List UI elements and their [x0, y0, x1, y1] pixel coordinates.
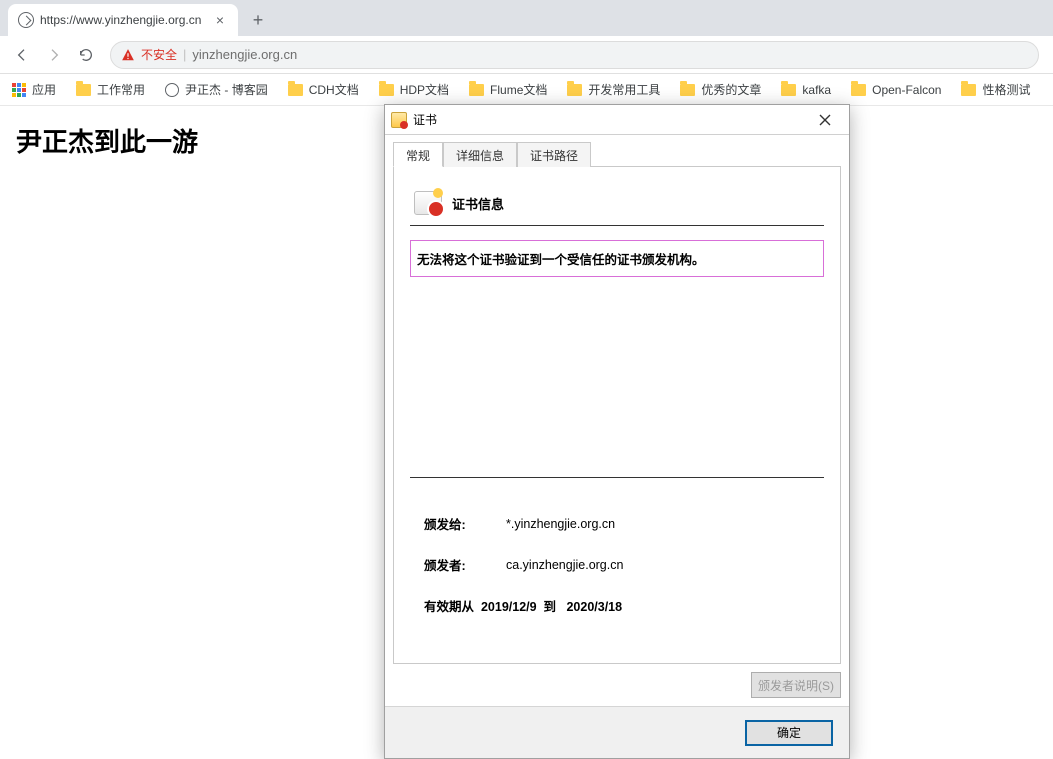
bookmark-item[interactable]: kafka: [781, 83, 831, 97]
folder-icon: [379, 84, 394, 96]
valid-from: 2019/12/9: [481, 600, 537, 614]
dialog-tabs: 常规 详细信息 证书路径: [393, 141, 841, 167]
tab-strip: https://www.yinzhengjie.org.cn × +: [0, 0, 1053, 36]
issuer-row: 颁发者: ca.yinzhengjie.org.cn: [424, 555, 824, 574]
bookmark-label: HDP文档: [400, 81, 449, 98]
issued-to-label: 颁发给:: [424, 514, 496, 533]
bookmark-item[interactable]: Open-Falcon: [851, 83, 941, 97]
folder-icon: [567, 84, 582, 96]
browser-tab[interactable]: https://www.yinzhengjie.org.cn ×: [8, 4, 238, 36]
separator: |: [183, 47, 186, 62]
forward-button[interactable]: [40, 41, 68, 69]
ok-button[interactable]: 确定: [745, 720, 833, 746]
dialog-title-text: 证书: [413, 111, 437, 128]
bookmarks-bar: 应用 工作常用 尹正杰 - 博客园 CDH文档 HDP文档 Flume文档 开发…: [0, 74, 1053, 106]
globe-icon: [18, 12, 34, 28]
certificate-dialog: 证书 常规 详细信息 证书路径 证书信息 无法将这个证书验证到一个受信任的证书颁…: [384, 104, 850, 759]
tab-cert-path[interactable]: 证书路径: [517, 142, 591, 167]
general-panel: 证书信息 无法将这个证书验证到一个受信任的证书颁发机构。 颁发给: *.yinz…: [393, 167, 841, 664]
new-tab-button[interactable]: +: [244, 6, 272, 34]
issuer-value: ca.yinzhengjie.org.cn: [506, 558, 623, 572]
bookmark-item[interactable]: 性格测试: [961, 81, 1030, 98]
validity-label: 有效期从: [424, 600, 474, 614]
dialog-footer: 确定: [385, 706, 849, 758]
issuer-label: 颁发者:: [424, 555, 496, 574]
bookmark-label: Flume文档: [490, 81, 547, 98]
apps-label: 应用: [32, 81, 56, 98]
cert-info-icon: [414, 191, 442, 215]
folder-icon: [288, 84, 303, 96]
bookmark-item[interactable]: 优秀的文章: [680, 81, 761, 98]
tab-general[interactable]: 常规: [393, 142, 443, 167]
dialog-titlebar[interactable]: 证书: [385, 105, 849, 135]
bookmark-item[interactable]: 尹正杰 - 博客园: [165, 81, 268, 98]
bookmark-label: kafka: [802, 83, 831, 97]
bookmark-item[interactable]: CDH文档: [288, 81, 359, 98]
apps-button[interactable]: 应用: [12, 81, 56, 98]
bookmark-label: 优秀的文章: [701, 81, 761, 98]
bookmark-label: 开发常用工具: [588, 81, 660, 98]
bookmark-item[interactable]: Flume文档: [469, 81, 547, 98]
bookmark-item[interactable]: 开发常用工具: [567, 81, 660, 98]
close-button[interactable]: [807, 108, 843, 132]
bookmark-item[interactable]: 工作常用: [76, 81, 145, 98]
address-bar[interactable]: 不安全 | yinzhengjie.org.cn: [110, 41, 1039, 69]
folder-icon: [961, 84, 976, 96]
security-label: 不安全: [141, 46, 177, 63]
cert-info-title: 证书信息: [452, 194, 504, 213]
bookmark-item[interactable]: HDP文档: [379, 81, 449, 98]
cert-info-header: 证书信息: [410, 185, 824, 226]
reload-button[interactable]: [72, 41, 100, 69]
back-button[interactable]: [8, 41, 36, 69]
folder-icon: [680, 84, 695, 96]
issued-to-value: *.yinzhengjie.org.cn: [506, 517, 615, 531]
dialog-body: 常规 详细信息 证书路径 证书信息 无法将这个证书验证到一个受信任的证书颁发机构…: [385, 135, 849, 706]
bookmark-label: CDH文档: [309, 81, 359, 98]
bookmark-label: 尹正杰 - 博客园: [185, 81, 268, 98]
issuer-statement-button: 颁发者说明(S): [751, 672, 841, 698]
folder-icon: [76, 84, 91, 96]
folder-icon: [469, 84, 484, 96]
folder-icon: [851, 84, 866, 96]
url-text: yinzhengjie.org.cn: [192, 47, 297, 62]
user-icon: [165, 83, 179, 97]
browser-toolbar: 不安全 | yinzhengjie.org.cn: [0, 36, 1053, 74]
tab-title: https://www.yinzhengjie.org.cn: [40, 13, 206, 27]
valid-to-sep: 到: [544, 600, 557, 614]
tab-details[interactable]: 详细信息: [443, 142, 517, 167]
bookmark-label: 性格测试: [982, 81, 1030, 98]
warning-icon: [121, 48, 135, 62]
valid-to: 2020/3/18: [566, 600, 622, 614]
certificate-icon: [391, 112, 407, 128]
folder-icon: [781, 84, 796, 96]
bookmark-label: Open-Falcon: [872, 83, 941, 97]
apps-icon: [12, 83, 26, 97]
cert-warning: 无法将这个证书验证到一个受信任的证书颁发机构。: [410, 240, 824, 277]
validity-row: 有效期从 2019/12/9 到 2020/3/18: [424, 596, 824, 615]
cert-fields: 颁发给: *.yinzhengjie.org.cn 颁发者: ca.yinzhe…: [410, 477, 824, 645]
issued-to-row: 颁发给: *.yinzhengjie.org.cn: [424, 514, 824, 533]
bookmark-label: 工作常用: [97, 81, 145, 98]
close-icon[interactable]: ×: [212, 11, 228, 29]
issuer-statement-row: 颁发者说明(S): [393, 672, 841, 698]
